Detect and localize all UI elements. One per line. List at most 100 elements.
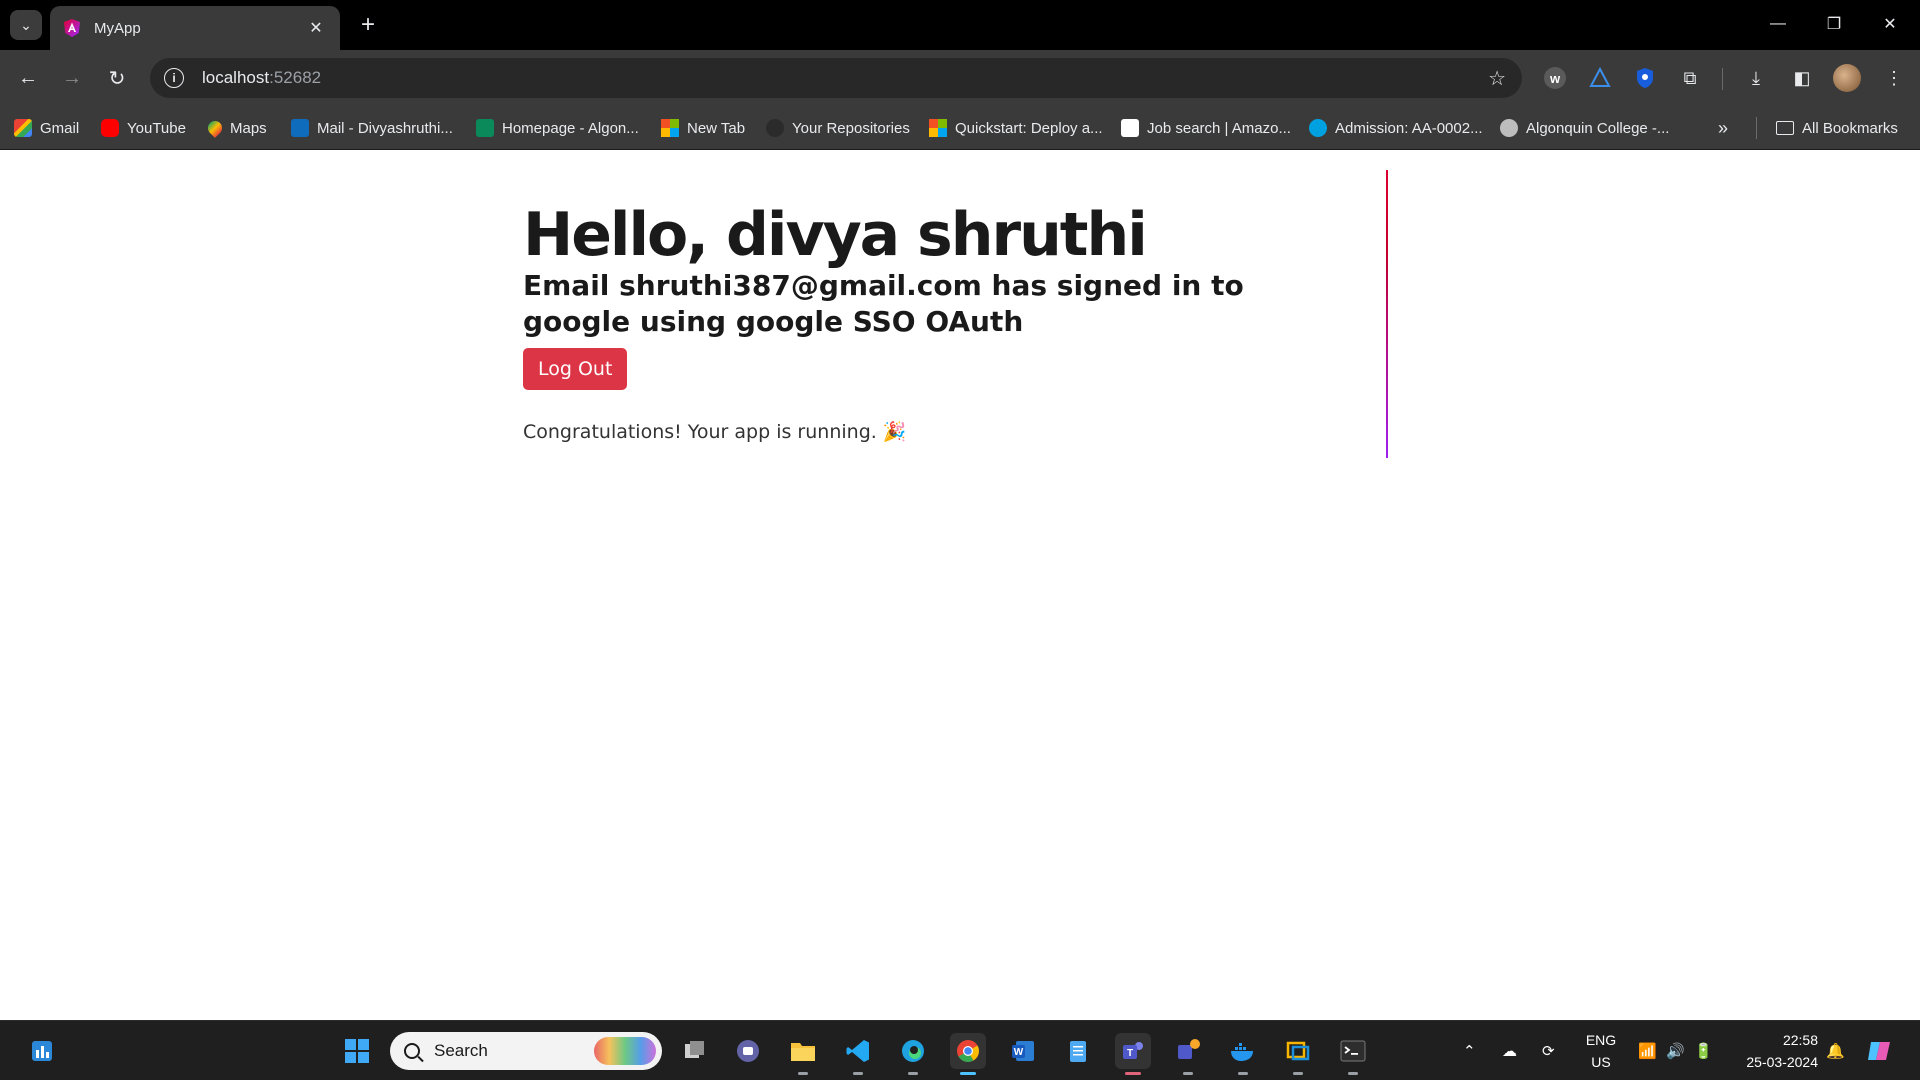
back-button[interactable]: ← <box>12 62 44 94</box>
address-bar[interactable]: i localhost:52682 ☆ <box>150 58 1522 98</box>
browser-toolbar: ← → ↻ i localhost:52682 ☆ w ⧉ ⤓ ◧ ⋮ <box>0 50 1920 106</box>
word-icon[interactable]: W <box>1005 1033 1041 1069</box>
bookmark-quickstart-deploy[interactable]: Quickstart: Deploy a... <box>929 116 1103 140</box>
bookmarks-bar: Gmail YouTube Maps Mail - Divyashruthi..… <box>0 106 1920 150</box>
more-bookmarks-chevron-icon[interactable]: » <box>1718 116 1728 140</box>
bookmark-admission[interactable]: Admission: AA-0002... <box>1309 116 1483 140</box>
folder-icon <box>1776 121 1794 135</box>
congrats-message: Congratulations! Your app is running. 🎉 <box>523 421 907 443</box>
download-icon[interactable]: ⤓ <box>1742 64 1770 92</box>
bookmark-algonquin-college[interactable]: Algonquin College -... <box>1500 116 1669 140</box>
new-tab-button[interactable]: + <box>353 10 383 40</box>
restore-window-button[interactable]: ❐ <box>1806 6 1862 42</box>
browser-tab[interactable]: MyApp ✕ <box>50 6 340 50</box>
forward-button[interactable]: → <box>56 62 88 94</box>
bookmark-amazon-jobs[interactable]: Job search | Amazo... <box>1121 116 1291 140</box>
bookmark-label: YouTube <box>127 119 186 137</box>
profile-avatar[interactable] <box>1833 64 1861 92</box>
algonquin-icon <box>476 119 494 137</box>
copilot-icon[interactable] <box>1862 1033 1898 1069</box>
running-indicator <box>908 1072 918 1075</box>
notification-bell-icon[interactable]: 🔔 <box>1826 1021 1845 1081</box>
bookmark-algonquin-homepage[interactable]: Homepage - Algon... <box>476 116 639 140</box>
terminal-icon[interactable] <box>1335 1033 1371 1075</box>
wifi-icon[interactable]: 📶 <box>1638 1021 1657 1081</box>
search-icon <box>404 1043 420 1059</box>
salesforce-icon <box>1309 119 1327 137</box>
outlook-icon <box>291 119 309 137</box>
url-text[interactable]: localhost:52682 <box>202 68 1488 88</box>
bookmarks-divider <box>1756 117 1757 139</box>
wordtune-extension-icon[interactable]: w <box>1541 64 1569 92</box>
logout-button[interactable]: Log Out <box>523 348 628 390</box>
reload-icon: ↻ <box>108 67 126 90</box>
angular-icon <box>64 19 80 37</box>
edge-browser-icon[interactable] <box>895 1033 931 1075</box>
minimize-window-button[interactable]: — <box>1750 6 1806 42</box>
windows-taskbar: Search W T ⌃ ☁ ⟳ ENG US 📶 🔊 🔋 22:58 25-0… <box>0 1020 1920 1080</box>
bookmark-label: Maps <box>230 119 267 137</box>
notepad-icon[interactable] <box>1060 1033 1096 1069</box>
azure-extension-icon[interactable] <box>1586 64 1614 92</box>
system-clock[interactable]: 22:58 25-03-2024 <box>1728 1029 1818 1073</box>
bookmark-gmail[interactable]: Gmail <box>14 116 79 140</box>
password-manager-extension-icon[interactable] <box>1631 64 1659 92</box>
remote-desktop-icon[interactable] <box>1280 1033 1316 1075</box>
bookmark-label: Mail - Divyashruthi... <box>317 119 453 137</box>
running-indicator <box>853 1072 863 1075</box>
vscode-icon[interactable] <box>840 1033 876 1075</box>
microsoft-icon <box>661 119 679 137</box>
language-indicator[interactable]: ENG US <box>1578 1029 1624 1073</box>
onedrive-icon[interactable]: ☁ <box>1502 1021 1517 1081</box>
main-content: Hello, divya shruthi Email shruthi387@gm… <box>523 200 1343 443</box>
page-content: Hello, divya shruthi Email shruthi387@gm… <box>0 150 1920 1020</box>
gradient-divider <box>1386 170 1388 458</box>
arrow-left-icon: ← <box>18 66 38 89</box>
battery-icon[interactable]: 🔋 <box>1694 1021 1713 1081</box>
sync-icon[interactable]: ⟳ <box>1542 1021 1555 1081</box>
bookmark-label: Job search | Amazo... <box>1147 119 1291 137</box>
bookmark-outlook-mail[interactable]: Mail - Divyashruthi... <box>291 116 453 140</box>
side-panel-icon[interactable]: ◧ <box>1788 64 1816 92</box>
running-indicator <box>1348 1072 1358 1075</box>
email-signin-message: Email shruthi387@gmail.com has signed in… <box>523 269 1244 338</box>
close-window-button[interactable]: ✕ <box>1862 6 1918 42</box>
teams-new-icon[interactable] <box>1170 1033 1206 1075</box>
bookmark-your-repositories[interactable]: Your Repositories <box>766 116 910 140</box>
bookmark-maps[interactable]: Maps <box>205 116 267 140</box>
running-indicator <box>960 1072 976 1075</box>
chrome-browser-icon[interactable] <box>950 1033 986 1075</box>
all-bookmarks-button[interactable]: All Bookmarks <box>1776 116 1898 140</box>
bookmark-star-icon[interactable]: ☆ <box>1488 66 1506 91</box>
browser-titlebar: ⌄ MyApp ✕ + — ❐ ✕ <box>0 0 1920 50</box>
start-windows-icon[interactable] <box>339 1033 375 1069</box>
svg-text:W: W <box>1014 1047 1024 1058</box>
taskbar-search[interactable]: Search <box>390 1032 662 1070</box>
taskbar-search-label: Search <box>434 1041 488 1060</box>
bookmark-label: Your Repositories <box>792 119 910 137</box>
tab-search-button[interactable]: ⌄ <box>10 10 42 40</box>
docker-icon[interactable] <box>1225 1033 1261 1075</box>
close-tab-icon[interactable]: ✕ <box>304 18 328 38</box>
volume-icon[interactable]: 🔊 <box>1666 1021 1685 1081</box>
gmail-icon <box>14 119 32 137</box>
bookmark-label: New Tab <box>687 119 746 137</box>
task-view-icon[interactable] <box>676 1033 712 1069</box>
show-hidden-icons-chevron-icon[interactable]: ⌃ <box>1463 1021 1476 1081</box>
teams-chat-icon[interactable] <box>730 1033 766 1069</box>
bookmark-youtube[interactable]: YouTube <box>101 116 186 140</box>
bookmark-new-tab[interactable]: New Tab <box>661 116 745 140</box>
arrow-right-icon: → <box>62 66 82 89</box>
globe-icon <box>1500 119 1518 137</box>
svg-text:w: w <box>1549 71 1561 86</box>
bookmark-label: Admission: AA-0002... <box>1335 119 1483 137</box>
kebab-menu-icon[interactable]: ⋮ <box>1880 64 1908 92</box>
extensions-puzzle-icon[interactable]: ⧉ <box>1676 64 1704 92</box>
chevron-down-icon: ⌄ <box>20 16 32 33</box>
reload-button[interactable]: ↻ <box>101 62 133 94</box>
widgets-icon[interactable] <box>24 1033 60 1069</box>
running-indicator <box>798 1072 808 1075</box>
teams-icon[interactable]: T <box>1115 1033 1151 1075</box>
file-explorer-icon[interactable] <box>785 1033 821 1075</box>
site-info-icon[interactable]: i <box>164 68 184 88</box>
